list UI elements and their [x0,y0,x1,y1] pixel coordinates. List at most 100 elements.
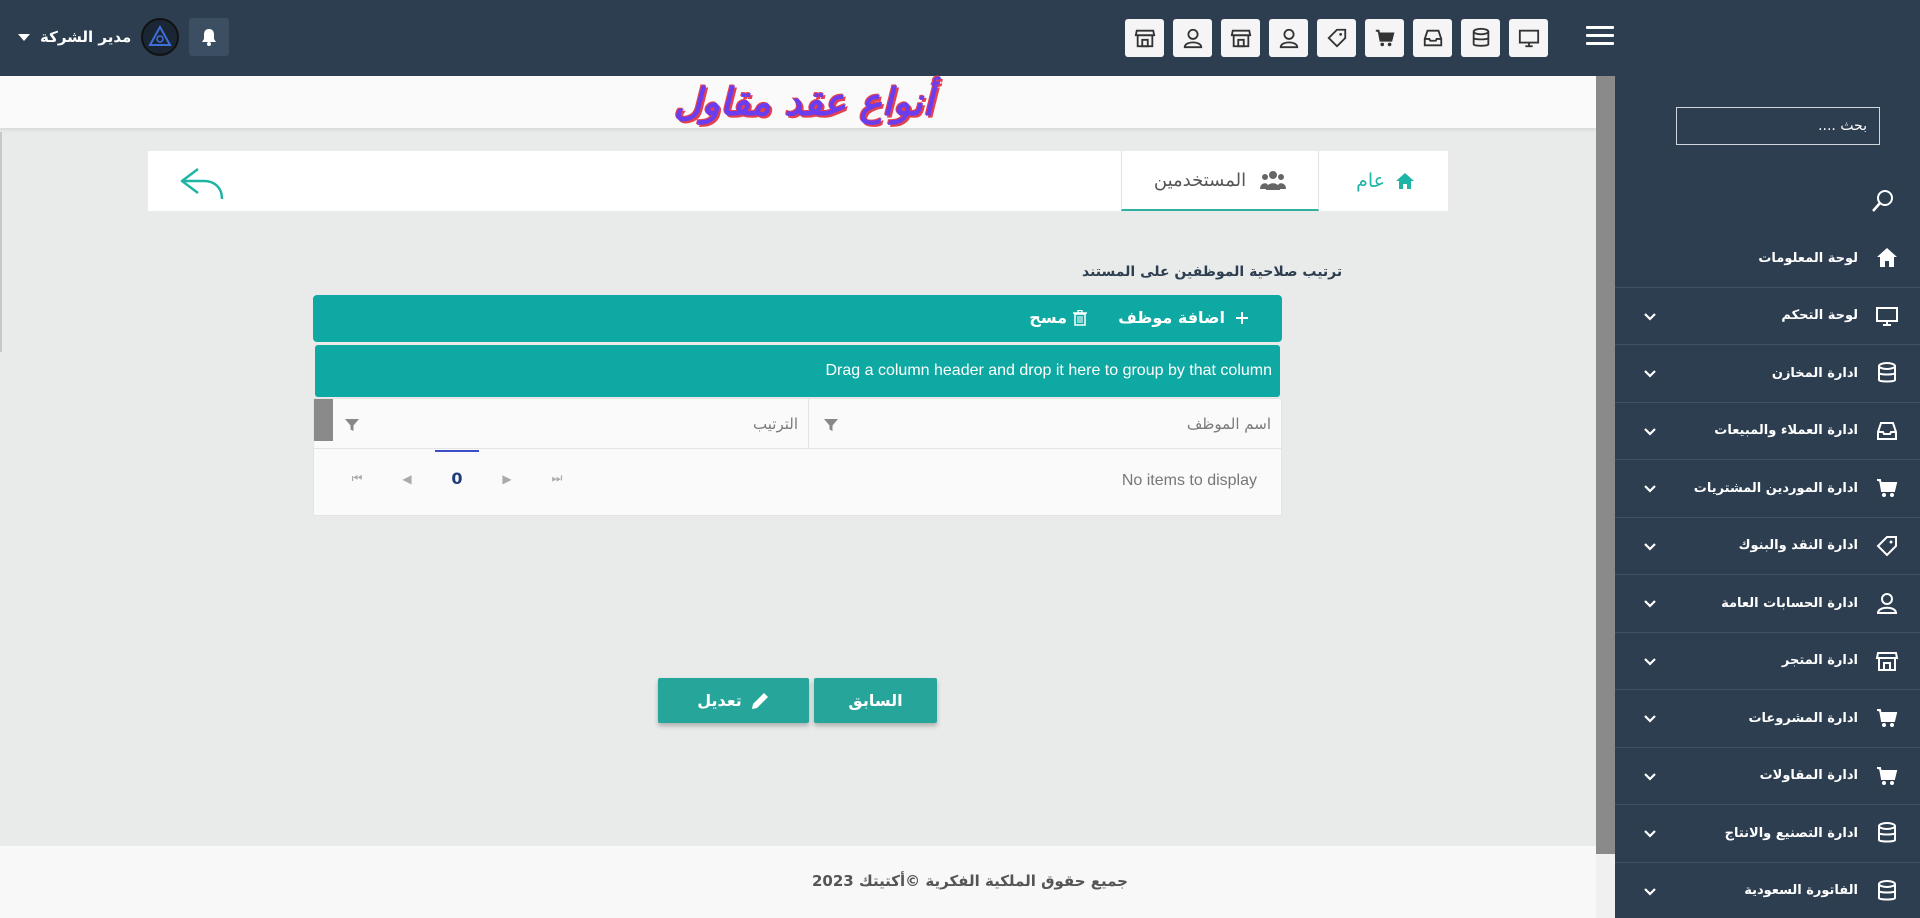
chevron-down-icon[interactable] [1643,885,1657,899]
sidebar-item-label: ادارة التصنيع والانتاج [1724,825,1858,841]
cart-icon [1872,761,1902,791]
column-header-employee-name[interactable]: اسم الموظف [808,399,1281,449]
grid-pager-row: ⏮ ◀ 0 ▶ ⏭ No items to display [314,450,1281,516]
first-page-icon[interactable]: ⏮ [332,471,382,486]
filter-icon[interactable] [344,417,360,433]
quick-access-toolbar [1125,19,1548,57]
sidebar-item-10[interactable]: ادارة التصنيع والانتاج [1615,805,1920,863]
store-icon [1230,29,1251,48]
chevron-down-icon[interactable] [1643,425,1657,439]
section-label: ترتيب صلاحية الموظفين على المستند [1082,264,1343,280]
cart-icon [1872,703,1902,733]
delete-button[interactable]: مسح [1029,308,1087,327]
sidebar-item-3[interactable]: ادارة العملاء والمبيعات [1615,403,1920,460]
quick-user-button-2[interactable] [1173,19,1212,57]
sidebar-item-2[interactable]: ادارة المخازن [1615,345,1920,403]
next-page-icon[interactable]: ▶ [482,472,532,486]
add-employee-label: اضافة موظف [1118,308,1225,327]
pencil-icon [751,692,768,709]
chevron-down-icon[interactable] [1643,770,1657,784]
users-icon [1260,171,1287,190]
pager: ⏮ ◀ 0 ▶ ⏭ [332,450,582,488]
database-icon [1872,876,1902,906]
monitor-icon [1872,301,1902,331]
grid-toolbar: اضافة موظف مسح [313,295,1282,342]
main-scrollbar[interactable] [1596,76,1615,854]
sidebar-item-5[interactable]: ادارة النقد والبنوك [1615,518,1920,575]
grid-header-row: اسم الموظف الترتيب [314,399,1281,449]
employees-grid: اسم الموظف الترتيب ⏮ ◀ 0 ▶ ⏭ No items to… [313,398,1282,516]
group-drop-area[interactable]: Drag a column header and drop it here to… [315,345,1280,397]
page-header: أنواع عقد مقاول [0,76,1596,128]
sidebar: لوحة المعلومات لوحة التحكم ادارة المخازن اد… [1615,76,1920,918]
quick-store-button-2[interactable] [1125,19,1164,57]
tag-icon [1326,28,1346,48]
quick-tag-button[interactable] [1317,19,1356,57]
sidebar-search-input[interactable] [1676,107,1880,145]
database-icon [1872,358,1902,388]
database-icon [1472,27,1489,47]
quick-inbox-button[interactable] [1413,19,1452,57]
sidebar-item-label: لوحة المعلومات [1758,250,1858,266]
chevron-down-icon[interactable] [1643,310,1657,324]
chevron-down-icon[interactable] [1643,655,1657,669]
sidebar-item-11[interactable]: الفاتورة السعودية [1615,863,1920,918]
edit-button[interactable]: تعديل [658,678,809,723]
previous-button[interactable]: السابق [814,678,937,723]
tabs-bar: عام المستخدمين [148,151,1448,211]
chevron-down-icon[interactable] [1643,367,1657,381]
quick-user-button[interactable] [1269,19,1308,57]
monitor-icon [1518,29,1539,48]
sidebar-item-6[interactable]: ادارة الحسابات العامة [1615,575,1920,633]
menu-toggle-icon[interactable] [1586,26,1614,50]
sidebar-item-7[interactable]: ادارة المتجر [1615,633,1920,690]
quick-cart-button[interactable] [1365,19,1404,57]
inbox-icon [1423,29,1442,47]
avatar[interactable] [141,18,180,56]
cart-icon [1375,29,1394,47]
quick-store-button[interactable] [1221,19,1260,57]
caret-down-icon[interactable] [18,33,30,41]
user-menu[interactable]: مدير الشركة [18,18,230,56]
chevron-down-icon[interactable] [1643,597,1657,611]
tab-users[interactable]: المستخدمين [1121,151,1319,211]
grid-scroll-handle[interactable] [314,399,333,441]
sidebar-item-label: ادارة العملاء والمبيعات [1714,423,1858,439]
quick-database-button[interactable] [1461,19,1500,57]
cart-icon [1872,473,1902,503]
empty-message: No items to display [1121,472,1257,489]
add-employee-button[interactable]: اضافة موظف [1118,308,1249,327]
quick-monitor-button[interactable] [1509,19,1548,57]
edit-button-label: تعديل [697,691,742,710]
sidebar-item-1[interactable]: لوحة التحكم [1615,288,1920,345]
sidebar-item-9[interactable]: ادارة المقاولات [1615,748,1920,805]
sidebar-item-label: الفاتورة السعودية [1744,883,1858,899]
chevron-down-icon[interactable] [1643,482,1657,496]
chevron-down-icon[interactable] [1643,540,1657,554]
chevron-down-icon[interactable] [1643,827,1657,841]
filter-icon[interactable] [823,417,839,433]
scrollbar-track[interactable] [1596,854,1615,918]
previous-page-icon[interactable]: ◀ [382,472,432,486]
sidebar-item-8[interactable]: ادارة المشروعات [1615,690,1920,748]
user-name[interactable]: مدير الشركة [40,28,131,46]
sidebar-item-0[interactable]: لوحة المعلومات [1615,230,1920,288]
trash-icon [1073,309,1087,326]
chevron-down-icon[interactable] [1643,712,1657,726]
tag-icon [1872,531,1902,561]
sidebar-item-label: لوحة التحكم [1781,308,1858,324]
sidebar-item-4[interactable]: ادارة الموردين المشتريات [1615,460,1920,518]
tab-users-label: المستخدمين [1153,169,1247,191]
bell-icon [202,29,217,46]
last-page-icon[interactable]: ⏭ [532,471,582,486]
column-header-order[interactable]: الترتيب [333,399,808,449]
current-page-number[interactable]: 0 [432,450,482,488]
sidebar-item-label: ادارة الحسابات العامة [1721,595,1858,611]
tab-general[interactable]: عام [1323,151,1448,211]
search-icon[interactable] [1870,188,1896,214]
back-arrow-icon[interactable] [178,165,226,201]
column-order-label: الترتيب [753,415,798,433]
store-icon [1134,29,1155,48]
sidebar-item-label: ادارة المخازن [1771,365,1858,381]
notifications-button[interactable] [189,18,230,56]
